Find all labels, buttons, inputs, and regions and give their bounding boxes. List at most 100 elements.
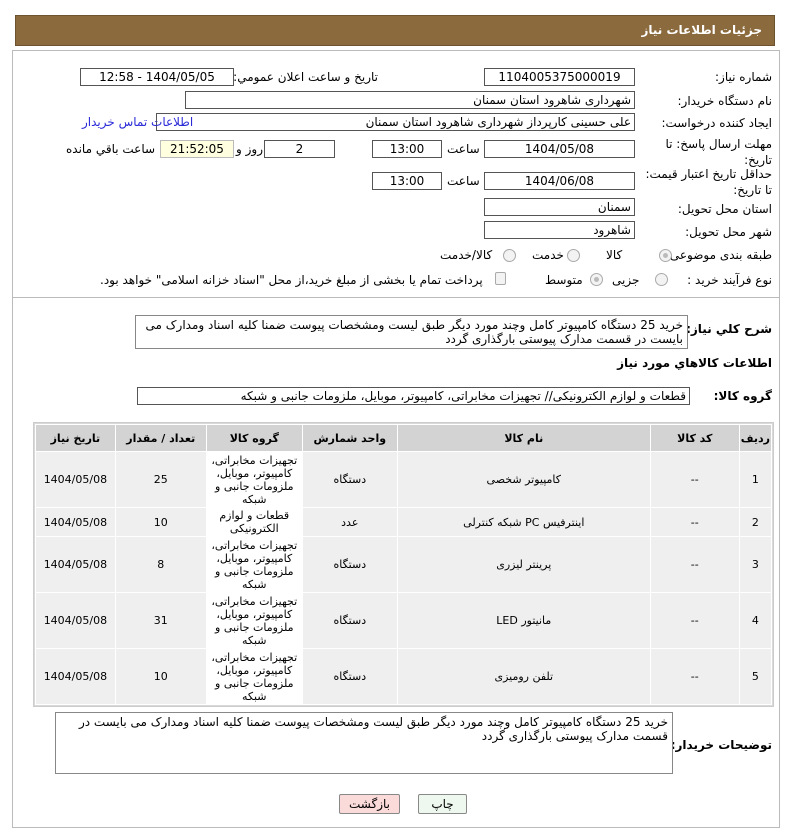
need-number-field: 1104005375000019	[484, 68, 635, 86]
cell-item-code: --	[649, 592, 740, 649]
category-option-goods: کالا	[606, 248, 623, 262]
cell-need-date: 1404/05/08	[35, 592, 116, 649]
cell-quantity: 25	[114, 451, 207, 508]
province-label: استان محل تحویل:	[677, 202, 772, 216]
price-validity-label: حداقل تاریخ اعتبار قیمت: تا تاریخ:	[645, 167, 772, 197]
reply-time-label: ساعت	[447, 142, 480, 156]
col-date: تاریخ نیاز	[35, 424, 116, 452]
category-radio-service[interactable]	[567, 249, 580, 262]
cell-item-group: قطعات و لوازم الکترونیکی	[205, 507, 303, 537]
cell-item-name: تلفن رومیزی	[396, 648, 651, 705]
cell-unit: دستگاه	[301, 451, 398, 508]
city-label: شهر محل تحویل:	[685, 225, 772, 239]
cell-need-date: 1404/05/08	[35, 507, 116, 537]
process-option-medium: متوسط	[545, 273, 583, 287]
reply-time-field: 13:00	[372, 140, 442, 158]
cell-item-group: تجهیزات مخابراتی، کامپیوتر، موبایل، ملزو…	[205, 451, 303, 508]
cell-item-name: اینترفیس PC شبکه کنترلی	[396, 507, 651, 537]
payment-checkbox[interactable]	[495, 272, 506, 285]
process-label: نوع فرآیند خرید :	[687, 273, 772, 287]
cell-quantity: 31	[114, 592, 207, 649]
cell-quantity: 8	[114, 536, 207, 593]
cell-item-code: --	[649, 536, 740, 593]
goods-table: ردیف کد کالا نام کالا واحد شمارش گروه کا…	[35, 424, 773, 705]
creator-label: ايجاد کننده درخواست:	[661, 116, 772, 130]
need-number-label: شماره نیاز:	[715, 70, 772, 84]
goods-group-label: گروه كالا:	[713, 389, 772, 403]
col-unit: واحد شمارش	[301, 424, 398, 452]
price-time-label: ساعت	[447, 174, 480, 188]
payment-note: پرداخت تمام یا بخشی از مبلغ خرید،از محل …	[100, 273, 483, 287]
divider	[13, 297, 779, 298]
cell-quantity: 10	[114, 648, 207, 705]
col-group: گروه کالا	[205, 424, 303, 452]
remaining-time-field: 21:52:05	[160, 140, 234, 158]
cell-row-number: 4	[738, 592, 773, 649]
buyer-org-field: شهرداری شاهرود استان سمنان	[185, 91, 635, 109]
col-row-number: ردیف	[738, 424, 773, 452]
col-code: کد کالا	[649, 424, 740, 452]
category-option-service: خدمت	[532, 248, 564, 262]
city-field: شاهرود	[484, 221, 635, 239]
cell-item-code: --	[649, 507, 740, 537]
table-header-row: ردیف کد کالا نام کالا واحد شمارش گروه کا…	[35, 424, 773, 452]
cell-row-number: 5	[738, 648, 773, 705]
cell-item-code: --	[649, 648, 740, 705]
print-button[interactable]: چاپ	[418, 794, 467, 814]
cell-row-number: 1	[738, 451, 773, 508]
cell-need-date: 1404/05/08	[35, 648, 116, 705]
category-label: طبقه بندی موضوعی:	[665, 248, 772, 262]
process-radio-minor[interactable]	[655, 273, 668, 286]
col-name: نام کالا	[396, 424, 651, 452]
cell-item-name: پرینتر لیزری	[396, 536, 651, 593]
buyer-notes-textarea[interactable]: خرید 25 دستگاه کامپیوتر کامل وچند مورد د…	[55, 712, 673, 774]
days-field: 2	[264, 140, 335, 158]
table-row: 4 -- مانیتور LED دستگاه تجهیزات مخابراتی، کا…	[35, 592, 773, 649]
cell-unit: دستگاه	[301, 648, 398, 705]
table-row: 3 -- پرینتر لیزری دستگاه تجهیزات مخابراتی، ک…	[35, 536, 773, 593]
announce-label: تاريخ و ساعت اعلان عمومي:	[233, 70, 378, 84]
table-row: 1 -- کامپیوتر شخصی دستگاه تجهیزات مخابراتی، …	[35, 451, 773, 508]
cell-item-group: تجهیزات مخابراتی، کامپیوتر، موبایل، ملزو…	[205, 648, 303, 705]
cell-item-name: کامپیوتر شخصی	[396, 451, 651, 508]
process-radio-medium[interactable]	[590, 273, 603, 286]
description-label: شرح كلي نياز:	[686, 322, 772, 336]
creator-field: علی حسینی کارپرداز شهرداری شاهرود استان …	[156, 113, 635, 131]
table-row: 2 -- اینترفیس PC شبکه کنترلی عدد قطعات و لوا…	[35, 507, 773, 537]
category-radio-goods[interactable]	[659, 249, 672, 262]
buyer-notes-label: توضیحات خریدار:	[670, 738, 772, 752]
cell-row-number: 3	[738, 536, 773, 593]
cell-need-date: 1404/05/08	[35, 536, 116, 593]
cell-unit: دستگاه	[301, 592, 398, 649]
cell-item-code: --	[649, 451, 740, 508]
category-option-both: کالا/خدمت	[440, 248, 493, 262]
description-textarea[interactable]: خرید 25 دستگاه کامپیوتر کامل وچند مورد د…	[135, 315, 688, 349]
page-header: جزئیات اطلاعات نیاز	[15, 15, 775, 46]
cell-unit: دستگاه	[301, 536, 398, 593]
reply-deadline-label: مهلت ارسال پاسخ: تا تاریخ:	[665, 137, 772, 167]
cell-item-group: تجهیزات مخابراتی، کامپیوتر، موبایل، ملزو…	[205, 536, 303, 593]
back-button[interactable]: بازگشت	[339, 794, 400, 814]
province-field: سمنان	[484, 198, 635, 216]
cell-quantity: 10	[114, 507, 207, 537]
col-quantity: تعداد / مقدار	[114, 424, 207, 452]
table-row: 5 -- تلفن رومیزی دستگاه تجهیزات مخابراتی، کا…	[35, 648, 773, 705]
page-title: جزئیات اطلاعات نیاز	[641, 23, 762, 37]
cell-row-number: 2	[738, 507, 773, 537]
buyer-org-label: نام دستگاه خريدار:	[677, 94, 773, 108]
cell-unit: عدد	[301, 507, 398, 537]
goods-table-wrapper: ردیف کد کالا نام کالا واحد شمارش گروه کا…	[33, 422, 774, 707]
days-label: روز و	[236, 142, 263, 156]
announce-field: 1404/05/05 - 12:58	[80, 68, 234, 86]
cell-item-group: تجهیزات مخابراتی، کامپیوتر، موبایل، ملزو…	[205, 592, 303, 649]
price-time-field: 13:00	[372, 172, 442, 190]
reply-date-field: 1404/05/08	[484, 140, 635, 158]
goods-section-title: اطلاعات كالاهاي مورد نياز	[617, 356, 772, 370]
process-option-minor: جزیی	[612, 273, 640, 287]
cell-item-name: مانیتور LED	[396, 592, 651, 649]
cell-need-date: 1404/05/08	[35, 451, 116, 508]
contact-info-link[interactable]: اطلاعات تماس خريدار	[82, 115, 193, 129]
category-radio-both[interactable]	[503, 249, 516, 262]
remaining-label: ساعت باقي مانده	[66, 142, 156, 156]
price-date-field: 1404/06/08	[484, 172, 635, 190]
